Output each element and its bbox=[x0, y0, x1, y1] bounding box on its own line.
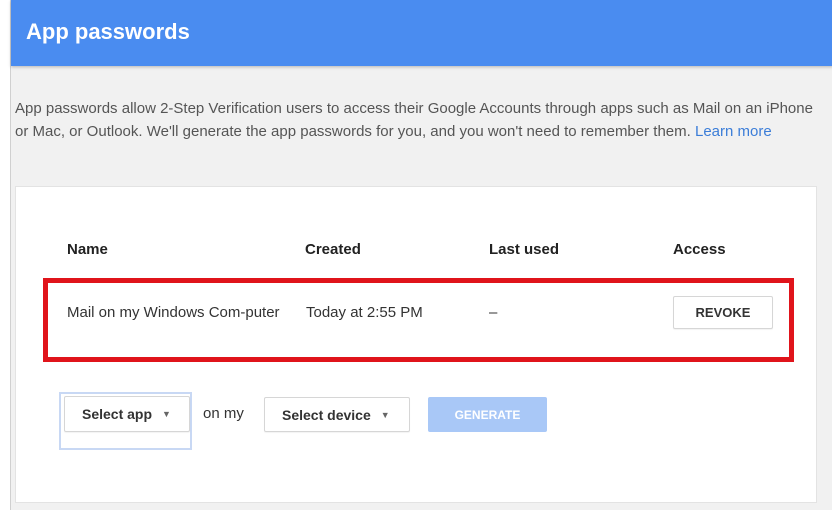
column-header-last-used: Last used bbox=[489, 241, 560, 258]
row-app-name: Mail on my Windows Com-puter bbox=[67, 301, 282, 324]
revoke-button[interactable]: REVOKE bbox=[673, 296, 773, 329]
select-device-label: Select device bbox=[282, 406, 371, 423]
row-last-used: – bbox=[489, 304, 498, 321]
page-title: App passwords bbox=[26, 19, 190, 44]
column-header-name: Name bbox=[67, 241, 108, 258]
select-app-label: Select app bbox=[82, 406, 153, 422]
chevron-down-icon: ▼ bbox=[162, 409, 171, 419]
intro-description: App passwords allow 2-Step Verification … bbox=[15, 100, 813, 140]
column-header-created: Created bbox=[305, 241, 361, 258]
page-header: App passwords bbox=[11, 0, 832, 66]
row-created: Today at 2:55 PM bbox=[306, 304, 423, 321]
on-my-label: on my bbox=[203, 405, 244, 422]
column-header-access: Access bbox=[673, 241, 726, 258]
row-app-name-text: Mail on my Windows Com-puter bbox=[67, 304, 280, 321]
select-device-dropdown[interactable]: Select device ▼ bbox=[264, 397, 410, 432]
intro-text: App passwords allow 2-Step Verification … bbox=[15, 97, 815, 143]
generate-button[interactable]: GENERATE bbox=[428, 397, 547, 432]
select-app-dropdown[interactable]: Select app ▼ bbox=[64, 396, 190, 432]
chevron-down-icon: ▼ bbox=[380, 409, 390, 420]
learn-more-link[interactable]: Learn more bbox=[695, 123, 772, 140]
